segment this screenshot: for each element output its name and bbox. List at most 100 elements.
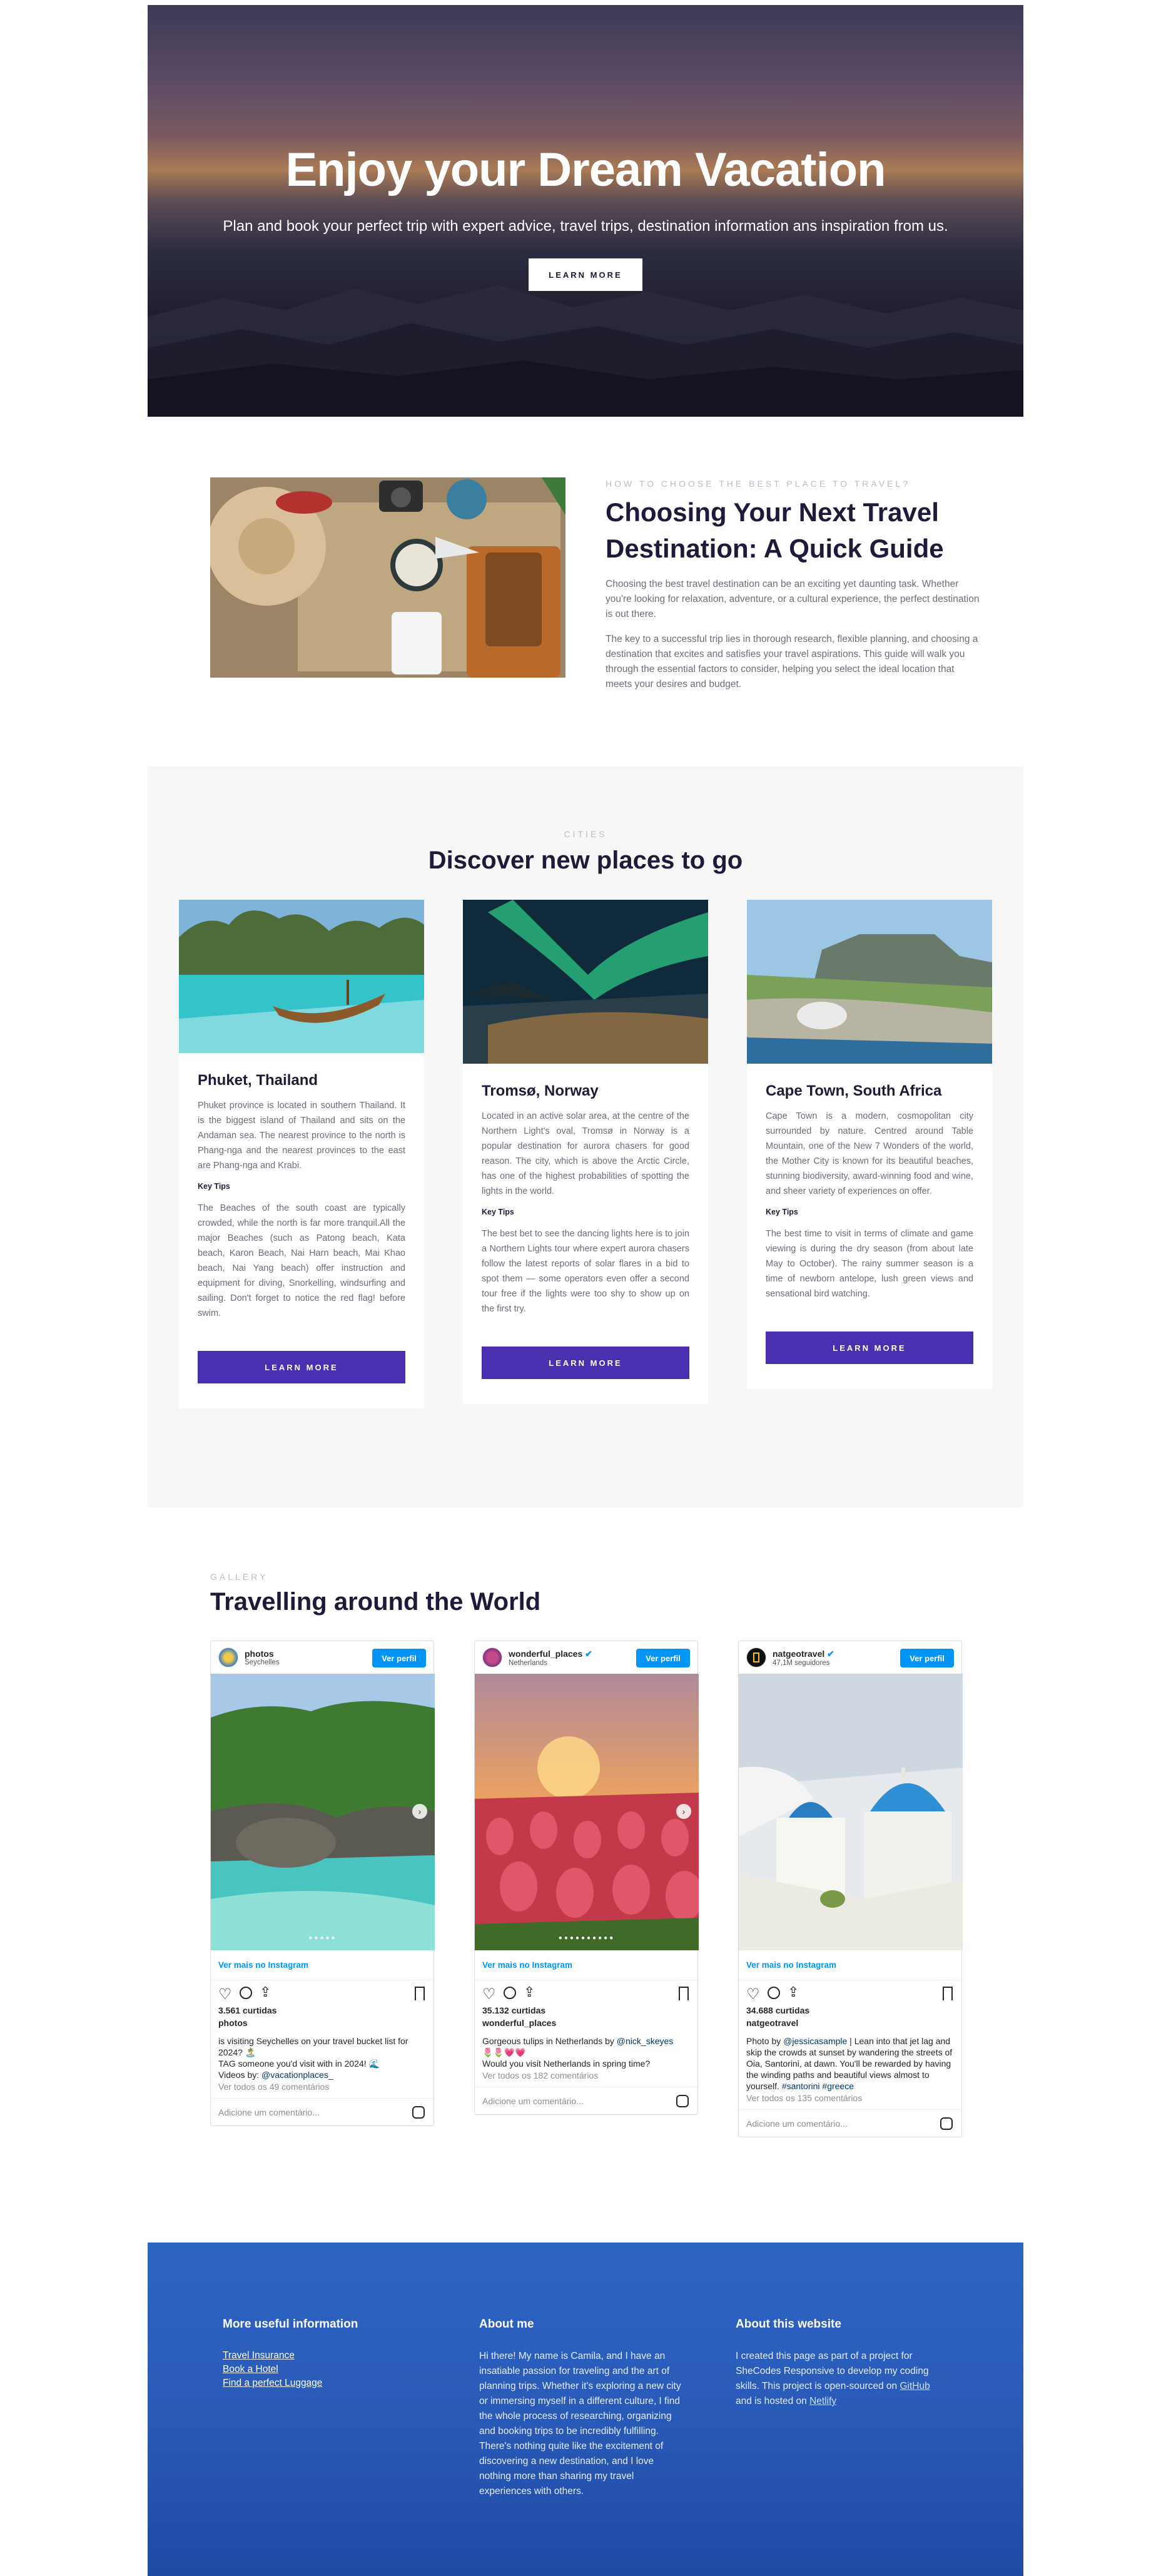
comment-placeholder: Adicione um comentário... xyxy=(746,2118,848,2129)
mention-link[interactable]: @vacationplaces_ xyxy=(261,2070,333,2080)
post-caption: Photo by @jessicasample | Lean into that… xyxy=(739,2033,961,2092)
heart-icon[interactable]: ♡ xyxy=(746,1985,760,2003)
travel-insurance-link[interactable]: Travel Insurance xyxy=(223,2349,429,2363)
post-username[interactable]: photos xyxy=(245,1649,280,1659)
city-description: Phuket province is located in southern T… xyxy=(198,1101,405,1171)
post-username[interactable]: wonderful_places ✔ xyxy=(509,1649,592,1659)
bookmark-icon[interactable] xyxy=(943,1987,953,2000)
caption-line: Gorgeous tulips in Netherlands by xyxy=(482,2036,617,2046)
key-tips-label: Key Tips xyxy=(482,1208,514,1216)
instagram-logo-icon[interactable] xyxy=(940,2117,953,2130)
caption-username[interactable]: natgeotravel xyxy=(739,2015,961,2033)
footer-heading: About me xyxy=(479,2318,534,2331)
caption-username[interactable]: photos xyxy=(211,2015,433,2033)
city-name: Cape Town, South Africa xyxy=(766,1082,942,1099)
caption-line: Videos by: xyxy=(218,2070,262,2080)
hero-learn-more-button[interactable]: LEARN MORE xyxy=(529,258,642,291)
comment-placeholder: Adicione um comentário... xyxy=(218,2107,320,2117)
instagram-post-santorini: natgeotravel ✔ 47,1M seguidores Ver perf… xyxy=(738,1641,963,2137)
comment-input[interactable]: Adicione um comentário... xyxy=(475,2087,697,2114)
hashtag-link[interactable]: #santorini #greece xyxy=(782,2081,854,2091)
avatar[interactable] xyxy=(746,1647,766,1667)
post-actions: ♡ ⇪ xyxy=(739,1980,961,2005)
mention-link[interactable]: @jessicasample xyxy=(783,2036,847,2046)
instagram-logo-icon[interactable] xyxy=(676,2095,689,2107)
share-icon[interactable]: ⇪ xyxy=(524,1984,535,2000)
cities-section: CITIES Discover new places to go Phuket,… xyxy=(148,766,1023,1507)
comment-icon[interactable] xyxy=(240,1987,252,1999)
find-luggage-link[interactable]: Find a perfect Luggage xyxy=(223,2376,429,2390)
key-tips-label: Key Tips xyxy=(198,1182,230,1191)
instagram-post-netherlands: wonderful_places ✔ Netherlands Ver perfi… xyxy=(474,1641,699,2115)
comment-icon[interactable] xyxy=(504,1987,516,1999)
heart-icon[interactable]: ♡ xyxy=(218,1985,232,2003)
bookmark-icon[interactable] xyxy=(679,1987,689,2000)
bookmark-icon[interactable] xyxy=(415,1987,425,2000)
likes-count: 34.688 curtidas xyxy=(746,2005,810,2015)
city-name: Tromsø, Norway xyxy=(482,1082,599,1099)
about-website-text: I created this page as part of a project… xyxy=(736,2351,930,2406)
post-username[interactable]: natgeotravel ✔ xyxy=(773,1649,834,1659)
post-photo[interactable]: › ●●●●● xyxy=(211,1674,435,1950)
cities-title: Discover new places to go xyxy=(428,847,743,874)
city-tips: The best time to visit in terms of clima… xyxy=(766,1229,973,1299)
view-profile-button[interactable]: Ver perfil xyxy=(900,1649,954,1667)
comment-input[interactable]: Adicione um comentário... xyxy=(739,2109,961,2137)
post-location: Seychelles xyxy=(245,1659,280,1666)
share-icon[interactable]: ⇪ xyxy=(260,1984,271,2000)
gallery-title: Travelling around the World xyxy=(210,1588,541,1616)
comment-placeholder: Adicione um comentário... xyxy=(482,2095,584,2106)
mention-link[interactable]: @nick_skeyes xyxy=(617,2036,673,2046)
github-link[interactable]: GitHub xyxy=(900,2381,930,2391)
avatar[interactable] xyxy=(218,1647,238,1667)
guide-title: Choosing Your Next Travel Destination: A… xyxy=(606,497,944,563)
caption-line: TAG someone you'd visit with in 2024! 🌊 xyxy=(218,2059,380,2069)
travel-flatlay-image xyxy=(210,477,565,678)
heart-icon[interactable]: ♡ xyxy=(482,1985,496,2003)
footer-useful-info: More useful information Travel Insurance… xyxy=(223,2318,429,2390)
natgeo-logo-icon xyxy=(753,1652,759,1662)
next-arrow-icon[interactable]: › xyxy=(412,1804,427,1819)
comment-input[interactable]: Adicione um comentário... xyxy=(211,2098,433,2125)
book-hotel-link[interactable]: Book a Hotel xyxy=(223,2363,429,2376)
share-icon[interactable]: ⇪ xyxy=(788,1984,799,2000)
mountain-silhouette xyxy=(148,285,1023,417)
cape-town-image xyxy=(747,900,992,1064)
carousel-dots: ●●●●● xyxy=(308,1935,337,1942)
likes-count: 3.561 curtidas xyxy=(218,2005,277,2015)
instagram-logo-icon[interactable] xyxy=(412,2106,425,2119)
netlify-link[interactable]: Netlify xyxy=(809,2396,836,2406)
view-profile-button[interactable]: Ver perfil xyxy=(372,1649,426,1667)
likes-count: 35.132 curtidas xyxy=(482,2005,546,2015)
verified-badge-icon: ✔ xyxy=(827,1648,834,1659)
next-arrow-icon[interactable]: › xyxy=(676,1804,691,1819)
key-tips-label: Key Tips xyxy=(766,1208,798,1216)
hero-subtitle: Plan and book your perfect trip with exp… xyxy=(223,218,948,235)
phuket-learn-more-button[interactable]: LEARN MORE xyxy=(198,1351,405,1383)
view-all-comments-link[interactable]: Ver todos os 135 comentários xyxy=(739,2092,961,2109)
post-header: photos Seychelles Ver perfil xyxy=(211,1641,433,1674)
post-location: Netherlands xyxy=(509,1659,548,1667)
gallery-section: GALLERY Travelling around the World phot… xyxy=(148,1564,1023,2137)
caption-username[interactable]: wonderful_places xyxy=(475,2015,697,2033)
caption-line: 🌷🌷💗💗 xyxy=(482,2047,526,2057)
view-profile-button[interactable]: Ver perfil xyxy=(636,1649,690,1667)
tromso-learn-more-button[interactable]: LEARN MORE xyxy=(482,1347,689,1379)
view-more-link[interactable]: Ver mais no Instagram xyxy=(475,1950,697,1980)
post-photo[interactable] xyxy=(739,1674,963,1950)
city-tips: The best bet to see the dancing lights h… xyxy=(482,1229,689,1314)
post-caption: is visiting Seychelles on your travel bu… xyxy=(211,2033,433,2080)
post-header: natgeotravel ✔ 47,1M seguidores Ver perf… xyxy=(739,1641,961,1674)
view-more-link[interactable]: Ver mais no Instagram xyxy=(211,1950,433,1980)
carousel-dots: ●●●●●●●●●● xyxy=(558,1935,616,1942)
footer: More useful information Travel Insurance… xyxy=(148,2243,1023,2576)
view-all-comments-link[interactable]: Ver todos os 182 comentários xyxy=(475,2069,697,2087)
avatar[interactable] xyxy=(482,1647,502,1667)
post-photo[interactable]: › ●●●●●●●●●● xyxy=(475,1674,699,1950)
cape-town-learn-more-button[interactable]: LEARN MORE xyxy=(766,1331,973,1364)
post-header: wonderful_places ✔ Netherlands Ver perfi… xyxy=(475,1641,697,1674)
verified-badge-icon: ✔ xyxy=(585,1648,592,1659)
comment-icon[interactable] xyxy=(768,1987,780,1999)
view-more-link[interactable]: Ver mais no Instagram xyxy=(739,1950,961,1980)
view-all-comments-link[interactable]: Ver todos os 49 comentários xyxy=(211,2080,433,2098)
